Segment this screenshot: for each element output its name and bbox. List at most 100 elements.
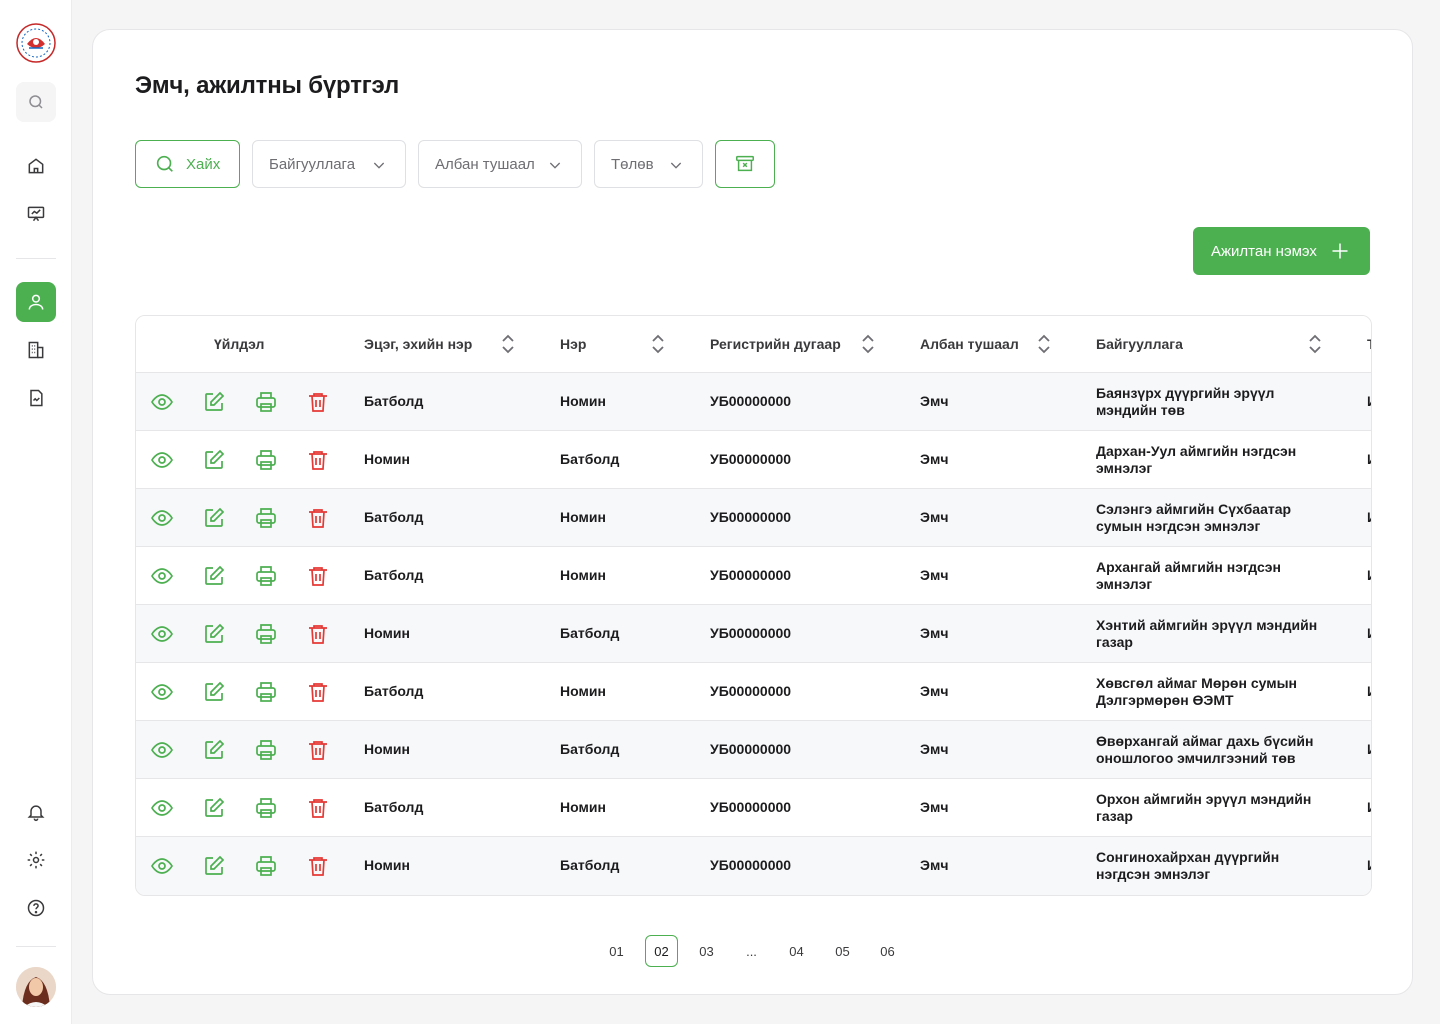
- view-button[interactable]: [150, 680, 174, 704]
- edit-button[interactable]: [202, 564, 226, 588]
- view-button[interactable]: [150, 854, 174, 878]
- print-button[interactable]: [254, 506, 278, 530]
- delete-button[interactable]: [306, 738, 330, 762]
- delete-button[interactable]: [306, 622, 330, 646]
- column-header-next[interactable]: Т: [1367, 336, 1371, 352]
- print-button[interactable]: [254, 680, 278, 704]
- column-header-surname[interactable]: Эцэг, эхийн нэр: [364, 336, 472, 352]
- page-button[interactable]: 01: [600, 935, 633, 967]
- edit-button[interactable]: [202, 854, 226, 878]
- organization-select[interactable]: Байгууллага: [252, 140, 406, 188]
- cell-name: Батболд: [560, 625, 620, 641]
- print-button[interactable]: [254, 448, 278, 472]
- user-icon: [28, 294, 44, 310]
- page-button[interactable]: 02: [645, 935, 678, 967]
- page-button[interactable]: 06: [871, 935, 904, 967]
- archive-clear-icon: [736, 155, 754, 172]
- table-row[interactable]: Номин Батболд УБ00000000 Эмч Дархан-Уул аймг…: [136, 431, 1371, 489]
- printer-icon: [256, 566, 276, 586]
- printer-icon: [256, 392, 276, 412]
- sidebar-item-notifications[interactable]: [16, 792, 56, 832]
- delete-button[interactable]: [306, 796, 330, 820]
- employees-table: Үйлдэл Эцэг, эхийн нэр Нэр Регистрийн ду…: [135, 315, 1372, 896]
- sidebar-item-organizations[interactable]: [16, 330, 56, 370]
- sidebar-divider: [16, 946, 56, 947]
- sidebar: [0, 0, 72, 1024]
- delete-button[interactable]: [306, 564, 330, 588]
- sidebar-item-employees[interactable]: [16, 282, 56, 322]
- delete-button[interactable]: [306, 506, 330, 530]
- delete-button[interactable]: [306, 390, 330, 414]
- edit-button[interactable]: [202, 448, 226, 472]
- sidebar-item-settings[interactable]: [16, 840, 56, 880]
- print-button[interactable]: [254, 622, 278, 646]
- cell-organization: Орхон аймгийн эрүүл мэндийн газар: [1096, 791, 1312, 824]
- clear-filters-button[interactable]: [715, 140, 775, 188]
- cell-organization: Хөвсгөл аймаг Мөрөн сумын Дэлгэрмөрөн ӨЭ…: [1096, 675, 1297, 708]
- pagination: 01 02 03... 04 05 06: [600, 935, 900, 967]
- edit-button[interactable]: [202, 622, 226, 646]
- table-row[interactable]: Батболд Номин УБ00000000 Эмч Хөвсгөл аймаг М…: [136, 663, 1371, 721]
- view-button[interactable]: [150, 622, 174, 646]
- page-button[interactable]: 05: [826, 935, 859, 967]
- view-button[interactable]: [150, 796, 174, 820]
- edit-button[interactable]: [202, 390, 226, 414]
- view-button[interactable]: [150, 564, 174, 588]
- delete-button[interactable]: [306, 680, 330, 704]
- search-button[interactable]: Хайх: [135, 140, 240, 188]
- trash-icon: [309, 451, 327, 470]
- view-button[interactable]: [150, 390, 174, 414]
- sidebar-item-help[interactable]: [16, 888, 56, 928]
- cell-surname: Номин: [364, 625, 410, 641]
- sidebar-search-button[interactable]: [16, 82, 56, 122]
- view-button[interactable]: [150, 506, 174, 530]
- cell-organization: Сэлэнгэ аймгийн Сүхбаатар сумын нэгдсэн …: [1096, 501, 1292, 534]
- eye-icon: [151, 858, 173, 874]
- cell-organization: Баянзүрх дүүргийн эрүүл мэндийн төв: [1096, 385, 1275, 418]
- edit-button[interactable]: [202, 506, 226, 530]
- page-button[interactable]: 04: [780, 935, 813, 967]
- sidebar-item-reports[interactable]: [16, 378, 56, 418]
- add-employee-button[interactable]: Ажилтан нэмэх: [1193, 227, 1370, 275]
- table-row[interactable]: Батболд Номин УБ00000000 Эмч Орхон аймгийн э…: [136, 779, 1371, 837]
- table-row[interactable]: Батболд Номин УБ00000000 Эмч Сэлэнгэ аймгийн…: [136, 489, 1371, 547]
- avatar[interactable]: [16, 967, 56, 1007]
- print-button[interactable]: [254, 390, 278, 414]
- edit-icon: [205, 507, 225, 527]
- delete-button[interactable]: [306, 854, 330, 878]
- edit-button[interactable]: [202, 796, 226, 820]
- organization-select-label: Байгууллага: [269, 155, 356, 173]
- edit-button[interactable]: [202, 680, 226, 704]
- edit-button[interactable]: [202, 738, 226, 762]
- sidebar-item-dashboard[interactable]: [16, 194, 56, 234]
- print-button[interactable]: [254, 738, 278, 762]
- plus-icon: [1332, 243, 1348, 259]
- print-button[interactable]: [254, 796, 278, 820]
- page-button[interactable]: 03: [690, 935, 723, 967]
- print-button[interactable]: [254, 564, 278, 588]
- status-select[interactable]: Төлөв: [594, 140, 703, 188]
- table-row[interactable]: Батболд Номин УБ00000000 Эмч Архангай аймгий…: [136, 547, 1371, 605]
- delete-button[interactable]: [306, 448, 330, 472]
- column-header-register[interactable]: Регистрийн дугаар: [710, 336, 841, 352]
- view-button[interactable]: [150, 738, 174, 762]
- table-row[interactable]: Батболд Номин УБ00000000 Эмч Баянзүрх дүүрги…: [136, 373, 1371, 431]
- print-button[interactable]: [254, 854, 278, 878]
- cell-organization: Дархан-Уул аймгийн нэгдсэн эмнэлэг: [1096, 443, 1297, 476]
- sort-icon[interactable]: [1035, 333, 1053, 355]
- table-row[interactable]: Номин Батболд УБ00000000 Эмч Өвөрхангай айма…: [136, 721, 1371, 779]
- sort-icon[interactable]: [649, 333, 667, 355]
- sort-icon[interactable]: [859, 333, 877, 355]
- sort-icon[interactable]: [499, 333, 517, 355]
- sort-icon[interactable]: [1306, 333, 1324, 355]
- view-button[interactable]: [150, 448, 174, 472]
- position-select[interactable]: Албан тушаал: [418, 140, 582, 188]
- sidebar-item-home[interactable]: [16, 146, 56, 186]
- eye-icon: [151, 684, 173, 700]
- table-row[interactable]: Номин Батболд УБ00000000 Эмч Сонгинохайрхан …: [136, 837, 1371, 895]
- table-row[interactable]: Номин Батболд УБ00000000 Эмч Хэнтий аймгийн …: [136, 605, 1371, 663]
- column-header-organization[interactable]: Байгууллага: [1096, 336, 1183, 352]
- column-header-name[interactable]: Нэр: [560, 336, 586, 352]
- cell-register: УБ00000000: [710, 741, 792, 757]
- column-header-position[interactable]: Албан тушаал: [920, 336, 1019, 352]
